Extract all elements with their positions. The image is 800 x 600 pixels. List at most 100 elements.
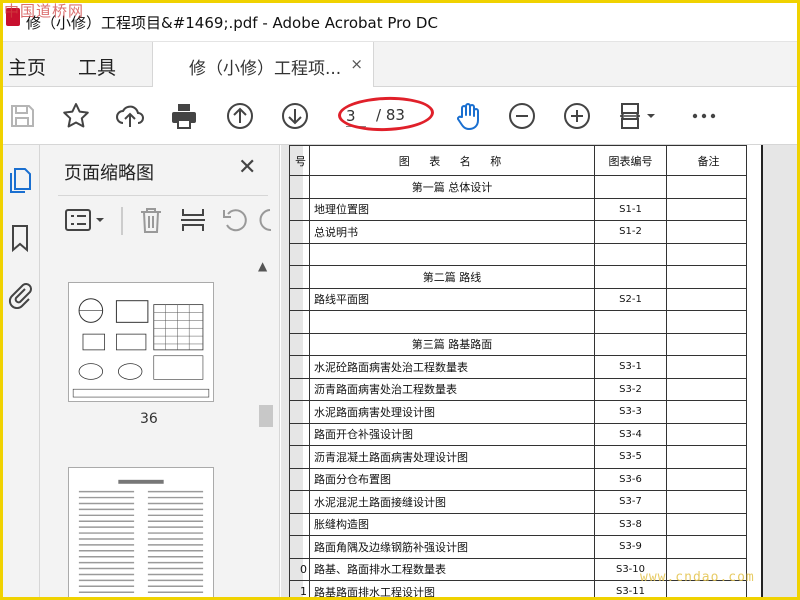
- drawing-note: [666, 310, 747, 334]
- drawing-note: [666, 377, 747, 401]
- divider: [58, 195, 268, 196]
- drawing-note: [666, 265, 747, 289]
- drawing-note: [666, 332, 747, 356]
- rotate-clockwise-icon[interactable]: [258, 205, 280, 235]
- drawing-note: [666, 400, 747, 424]
- drawing-note: [666, 467, 747, 491]
- table-row: [289, 242, 747, 266]
- scroll-up-arrow-icon[interactable]: ▲: [258, 259, 267, 273]
- delete-icon[interactable]: [136, 205, 166, 235]
- row-number: 0: [289, 557, 310, 581]
- drawing-note: [666, 355, 747, 379]
- panel-close-icon[interactable]: ✕: [238, 155, 256, 180]
- table-row: 总说明书 S1-2: [289, 220, 747, 244]
- row-number: [289, 512, 310, 536]
- rotate-icon[interactable]: [220, 205, 250, 235]
- row-number: [289, 490, 310, 514]
- row-number: [289, 467, 310, 491]
- table-row: 路面分仓布置图 S3-6: [289, 467, 747, 491]
- drawing-code: S3-3: [594, 400, 667, 424]
- document-tab[interactable]: 修（小修）工程项... ×: [152, 42, 374, 87]
- section-row: 第二篇 路线: [289, 265, 747, 289]
- insert-page-icon[interactable]: [178, 205, 208, 235]
- drawing-note: [666, 220, 747, 244]
- tab-label: 修（小修）工程项...: [189, 59, 342, 79]
- drawing-name: 路面分仓布置图: [309, 467, 595, 491]
- drawing-name: 路面角隅及边缘钢筋补强设计图: [309, 535, 595, 559]
- drawing-name: [309, 310, 595, 334]
- thumbnail-drawing: [78, 479, 204, 593]
- row-number: [289, 287, 310, 311]
- table-row: 地理位置图 S1-1: [289, 197, 747, 221]
- drawing-name: 地理位置图: [309, 197, 595, 221]
- thumbnail-panel: 页面缩略图 ✕ ▲ 36: [40, 145, 280, 600]
- watermark-bottom: www.cndao.com: [640, 570, 755, 585]
- thumbnail-scrollbar[interactable]: ▲: [256, 257, 276, 600]
- table-row: 沥青混凝土路面病害处理设计图 S3-5: [289, 445, 747, 469]
- window-title: 修（小修）工程项目&#1469;.pdf - Adobe Acrobat Pro…: [26, 14, 438, 32]
- save-icon[interactable]: [6, 100, 38, 132]
- page-thumbnail[interactable]: [68, 467, 214, 600]
- table-row: 胀缝构造图 S3-8: [289, 512, 747, 536]
- table-header-row: 号 图 表 名 称 图表编号 备注: [289, 145, 747, 176]
- drawing-code: S3-6: [594, 467, 667, 491]
- drawing-name: 路基路面排水工程设计图: [309, 580, 595, 600]
- drawing-name: 水泥砼路面病害处治工程数量表: [309, 355, 595, 379]
- drawing-code: S3-4: [594, 422, 667, 446]
- row-number: [289, 220, 310, 244]
- thumbnail-options-icon[interactable]: [64, 205, 108, 235]
- drawing-code: S3-1: [594, 355, 667, 379]
- section-title: 第三篇 路基路面: [309, 332, 595, 356]
- chevron-down-icon[interactable]: [644, 100, 658, 132]
- table-row: 路线平面图 S2-1: [289, 287, 747, 311]
- section-title: 第二篇 路线: [309, 265, 595, 289]
- menu-tools[interactable]: 工具: [78, 53, 116, 80]
- document-viewport[interactable]: 号 图 表 名 称 图表编号 备注 第一篇 总体设计 地理位置图 S1-1 总说明书 S…: [281, 145, 800, 600]
- section-title: 第一篇 总体设计: [309, 175, 595, 199]
- drawing-name: 沥青混凝土路面病害处理设计图: [309, 445, 595, 469]
- row-number: [289, 422, 310, 446]
- thumbnail-page-label: 36: [140, 411, 158, 427]
- bookmark-icon[interactable]: [6, 223, 34, 253]
- drawing-code: [594, 310, 667, 334]
- more-options-icon[interactable]: [688, 100, 720, 132]
- drawing-code: S3-7: [594, 490, 667, 514]
- page-thumbnail[interactable]: [68, 282, 214, 402]
- watermark-top: 中国道桥网: [4, 2, 85, 20]
- row-number: [289, 400, 310, 424]
- drawing-code: [594, 175, 667, 199]
- tab-close-icon[interactable]: ×: [350, 55, 363, 73]
- drawing-note: [666, 445, 747, 469]
- upload-cloud-icon[interactable]: [114, 100, 146, 132]
- left-navigation-rail: [0, 145, 40, 600]
- drawing-code: S3-5: [594, 445, 667, 469]
- row-number: [289, 355, 310, 379]
- row-number: [289, 197, 310, 221]
- drawing-name: 胀缝构造图: [309, 512, 595, 536]
- zoom-out-icon[interactable]: [506, 100, 538, 132]
- row-number: [289, 445, 310, 469]
- print-icon[interactable]: [168, 100, 200, 132]
- star-icon[interactable]: [60, 100, 92, 132]
- drawing-name: 路面开仓补强设计图: [309, 422, 595, 446]
- menu-home[interactable]: 主页: [8, 53, 46, 80]
- toolbar: / 83: [0, 87, 800, 145]
- next-page-icon[interactable]: [279, 100, 311, 132]
- panel-title: 页面缩略图: [64, 163, 154, 184]
- hand-tool-icon[interactable]: [452, 100, 484, 132]
- attachment-icon[interactable]: [6, 279, 34, 310]
- drawing-note: [666, 422, 747, 446]
- page-thumbnails-icon[interactable]: [6, 165, 34, 195]
- scroll-thumb[interactable]: [259, 405, 273, 427]
- previous-page-icon[interactable]: [224, 100, 256, 132]
- header-number: 号: [289, 145, 310, 176]
- title-bar: 修（小修）工程项目&#1469;.pdf - Adobe Acrobat Pro…: [0, 0, 800, 42]
- table-row: 水泥混泥土路面接缝设计图 S3-7: [289, 490, 747, 514]
- zoom-in-icon[interactable]: [561, 100, 593, 132]
- drawing-code: S3-2: [594, 377, 667, 401]
- table-row: 沥青路面病害处治工程数量表 S3-2: [289, 377, 747, 401]
- header-name: 图 表 名 称: [309, 145, 595, 176]
- drawing-code: [594, 332, 667, 356]
- drawing-code: S2-1: [594, 287, 667, 311]
- fit-page-icon[interactable]: [615, 100, 647, 132]
